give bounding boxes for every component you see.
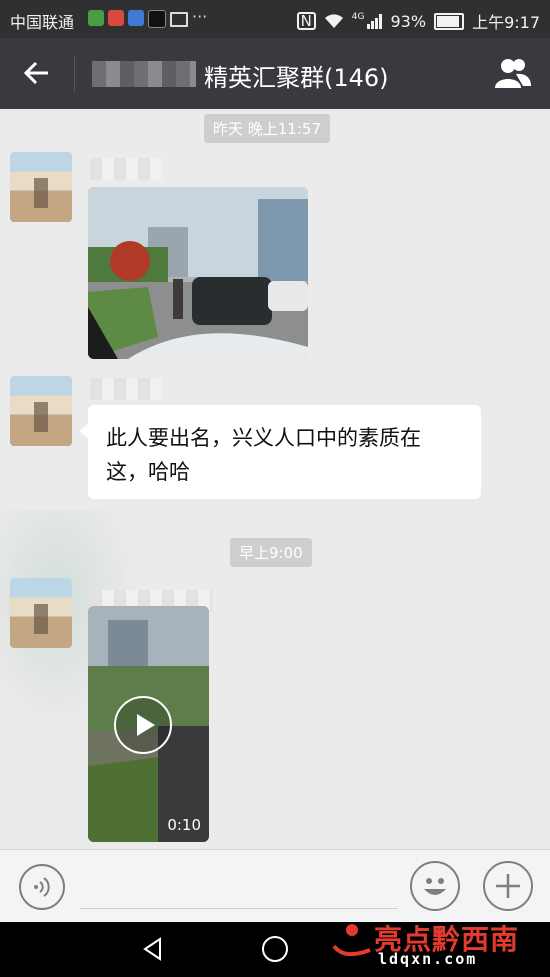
blurred-sender-name: [90, 378, 162, 400]
notification-app-icon: [108, 10, 124, 26]
street-photo: [88, 187, 308, 359]
more-icon: ···: [192, 7, 208, 26]
blurred-group-name: [92, 61, 196, 87]
wifi-icon: [324, 14, 343, 28]
mail-icon: [170, 12, 188, 27]
message-line: 此人要出名，兴义人口中的素质在: [106, 426, 421, 450]
message-line: 这，哈哈: [106, 460, 190, 484]
group-members-icon[interactable]: [494, 56, 532, 90]
notification-app-icon: [88, 10, 104, 26]
message-input-field[interactable]: [80, 908, 398, 909]
time-divider: 昨天 晚上11:57: [204, 114, 330, 143]
play-icon[interactable]: [114, 696, 172, 754]
watermark-swoosh-icon: [332, 924, 371, 957]
back-arrow-icon[interactable]: [22, 58, 52, 88]
signal-icon: [366, 14, 382, 29]
clock: 上午9:17: [472, 13, 540, 32]
watermark-logo: 亮点黔西南 ldqxn.com: [330, 912, 545, 974]
title-divider: [74, 56, 75, 92]
notification-app-icon: [128, 10, 144, 26]
nfc-icon: N: [296, 12, 316, 30]
nav-home-icon[interactable]: [262, 936, 288, 962]
group-title: 精英汇聚群(146): [204, 64, 389, 92]
voice-icon: [34, 877, 50, 897]
blurred-sender-name: [90, 158, 162, 180]
emoji-icon: [424, 878, 446, 895]
battery-percent: 93%: [390, 11, 427, 31]
video-message[interactable]: 0:10: [88, 606, 209, 842]
emoji-button[interactable]: [410, 861, 460, 911]
avatar[interactable]: [10, 578, 72, 648]
chat-title-bar: 精英汇聚群(146): [0, 38, 550, 109]
more-functions-button[interactable]: [483, 861, 533, 911]
carrier-name: 中国联通: [10, 13, 75, 32]
time-divider: 早上9:00: [230, 538, 312, 567]
plus-icon: [496, 874, 520, 898]
network-type: 4G: [351, 12, 365, 22]
video-duration: 0:10: [167, 816, 201, 834]
watermark-url: ldqxn.com: [378, 950, 478, 968]
image-message[interactable]: [88, 187, 308, 359]
battery-icon: [434, 12, 465, 30]
status-bar: 中国联通 ··· N 4G 93% 上午9:17: [0, 0, 550, 38]
text-message-bubble[interactable]: 此人要出名，兴义人口中的素质在 这，哈哈: [79, 405, 481, 499]
notification-icons: ···: [88, 7, 208, 28]
avatar[interactable]: [10, 152, 72, 222]
voice-input-button[interactable]: [19, 864, 65, 910]
avatar[interactable]: [10, 376, 72, 446]
nav-back-icon[interactable]: [140, 936, 166, 962]
notification-app-icon: [148, 10, 166, 28]
